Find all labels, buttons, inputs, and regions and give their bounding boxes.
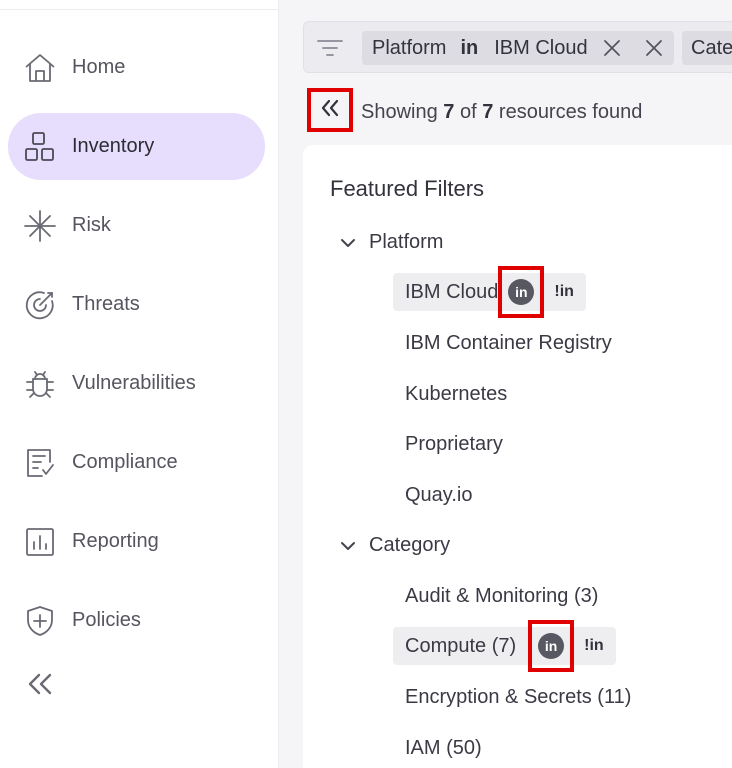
remove-value-icon[interactable] xyxy=(602,38,622,58)
filter-option[interactable]: IBM Container Registry xyxy=(405,324,612,362)
sidebar-item-label: Threats xyxy=(72,293,140,315)
filter-option[interactable]: Quay.io xyxy=(405,476,472,514)
results-shown: 7 xyxy=(443,101,455,123)
filter-chip-value: IBM Cloud xyxy=(494,36,588,59)
reporting-icon xyxy=(23,525,57,559)
group-toggle-platform[interactable]: Platform xyxy=(339,231,443,254)
risk-icon xyxy=(23,209,57,243)
group-label: Category xyxy=(369,534,451,556)
sidebar-item-label: Reporting xyxy=(72,530,159,552)
sidebar-item-risk[interactable]: Risk xyxy=(8,192,265,259)
sidebar-item-label: Compliance xyxy=(72,451,178,473)
group-toggle-category[interactable]: Category xyxy=(339,534,450,557)
filter-option[interactable]: IAM (50) xyxy=(405,729,482,767)
filter-chip-platform[interactable]: Platform in IBM Cloud xyxy=(362,31,674,65)
filter-option[interactable]: Audit & Monitoring (3) xyxy=(405,577,598,615)
vulnerabilities-icon xyxy=(23,367,57,401)
collapse-filters-button[interactable] xyxy=(307,88,353,132)
sidebar-item-label: Policies xyxy=(72,609,141,631)
sidebar-item-home[interactable]: Home xyxy=(8,34,265,101)
results-prefix: Showing xyxy=(361,101,438,123)
sidebar-item-label: Vulnerabilities xyxy=(72,372,196,394)
policies-icon xyxy=(23,604,57,638)
chevron-down-icon xyxy=(341,238,355,247)
sidebar-item-compliance[interactable]: Compliance xyxy=(8,429,265,496)
option-label: Compute (7) xyxy=(405,634,517,657)
filter-chip-operator: in xyxy=(460,36,479,59)
threats-icon xyxy=(23,288,57,322)
filter-icon[interactable] xyxy=(316,36,344,60)
double-chevron-left-icon xyxy=(320,99,340,122)
compliance-icon xyxy=(23,446,57,480)
results-count: Showing 7 of 7 resources found xyxy=(361,101,642,124)
sidebar-item-inventory[interactable]: Inventory xyxy=(8,113,265,180)
sidebar-item-label: Inventory xyxy=(72,135,155,157)
sidebar-item-vulnerabilities[interactable]: Vulnerabilities xyxy=(8,350,265,417)
results-total: 7 xyxy=(482,101,494,123)
collapse-sidebar-button[interactable] xyxy=(22,670,58,702)
remove-chip-icon[interactable] xyxy=(644,38,664,58)
sidebar-item-policies[interactable]: Policies xyxy=(8,587,265,654)
divider xyxy=(0,9,279,10)
filter-option[interactable]: IBM Cloud in !in xyxy=(393,266,586,318)
results-suffix: resources found xyxy=(498,101,643,123)
not-in-operator-button[interactable]: !in xyxy=(554,283,574,301)
in-operator-button[interactable]: in xyxy=(538,633,565,659)
sidebar: Home Inventory Risk Threats Vulnerabilit… xyxy=(0,0,279,768)
results-of: of xyxy=(459,101,477,123)
main-content: Platform in IBM Cloud Cate Showing 7 of … xyxy=(279,0,732,768)
group-label: Platform xyxy=(369,231,444,253)
panel-title: Featured Filters xyxy=(330,176,485,201)
sidebar-item-reporting[interactable]: Reporting xyxy=(8,508,265,575)
highlight-box: in xyxy=(498,266,545,318)
sidebar-item-label: Risk xyxy=(72,214,111,236)
double-chevron-left-icon xyxy=(26,672,54,701)
not-in-operator-button[interactable]: !in xyxy=(584,637,604,655)
filter-option[interactable]: Kubernetes xyxy=(405,375,507,413)
featured-filters-panel: Featured Filters Platform IBM Cloud in !… xyxy=(303,145,732,768)
highlight-box: in xyxy=(528,620,575,672)
filter-chip-category[interactable]: Cate xyxy=(682,31,732,65)
filter-chip-key: Platform xyxy=(372,36,447,59)
sidebar-item-label: Home xyxy=(72,56,126,78)
sidebar-item-threats[interactable]: Threats xyxy=(8,271,265,338)
filter-bar: Platform in IBM Cloud Cate xyxy=(303,21,732,73)
filter-option[interactable]: Proprietary xyxy=(405,425,503,463)
filter-option[interactable]: Encryption & Secrets (11) xyxy=(405,678,631,716)
filter-chip-key: Cate xyxy=(691,36,732,59)
inventory-icon xyxy=(23,130,57,164)
option-label: IBM Cloud xyxy=(405,280,499,303)
filter-option[interactable]: Compute (7) in !in xyxy=(393,620,616,672)
chevron-down-icon xyxy=(341,541,355,550)
in-operator-button[interactable]: in xyxy=(508,279,535,305)
home-icon xyxy=(23,51,57,85)
